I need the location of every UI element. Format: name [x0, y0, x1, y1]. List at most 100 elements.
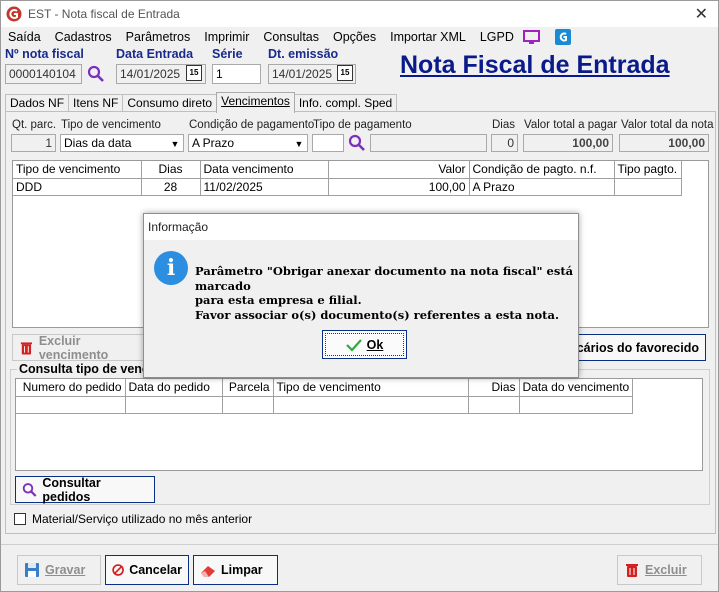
- tipo-pagamento-label: Tipo de pagamento: [313, 119, 412, 131]
- cell-empty[interactable]: [468, 396, 520, 414]
- serie-field[interactable]: 1: [212, 64, 261, 84]
- limpar-button[interactable]: Limpar: [193, 555, 278, 585]
- menu-opcoes[interactable]: Opções: [326, 30, 383, 44]
- tab-consumo-direto[interactable]: Consumo direto: [122, 94, 218, 112]
- search-icon[interactable]: [348, 134, 366, 152]
- ok-button[interactable]: Ok: [322, 330, 407, 359]
- tipo-vencimento-label: Tipo de vencimento: [61, 119, 161, 131]
- consultar-pedidos-label: Consultar pedidos: [42, 475, 101, 504]
- dialog-title: Informação: [144, 214, 578, 240]
- cell-empty[interactable]: [222, 396, 274, 414]
- condicao-pagamento-label: Condição de pagamento: [189, 119, 315, 131]
- col-dias[interactable]: Dias: [468, 379, 520, 397]
- tipo-vencimento-select[interactable]: Dias da data ▼: [60, 134, 184, 152]
- menu-importar-xml[interactable]: Importar XML: [383, 30, 473, 44]
- col-data-vencimento[interactable]: Data do vencimento: [519, 379, 634, 397]
- calendar-icon[interactable]: 15: [337, 65, 353, 81]
- search-icon[interactable]: [87, 65, 105, 83]
- tab-dados-nf[interactable]: Dados NF: [5, 94, 70, 112]
- cancelar-button[interactable]: Cancelar: [105, 555, 189, 585]
- menu-parametros[interactable]: Parâmetros: [119, 30, 198, 44]
- tab-vencimentos[interactable]: Vencimentos: [216, 92, 295, 113]
- valor-total-pagar-field: 100,00: [523, 134, 613, 152]
- cell-data-vencimento[interactable]: 11/02/2025: [200, 178, 329, 196]
- app-logo-icon: [6, 6, 22, 22]
- menu-saida[interactable]: Saída: [1, 30, 48, 44]
- cell-empty[interactable]: [519, 396, 634, 414]
- col-dias[interactable]: Dias: [141, 161, 201, 179]
- col-valor[interactable]: Valor: [328, 161, 470, 179]
- excluir-vencimento-label: Excluir vencimento: [38, 333, 109, 362]
- monitor-icon[interactable]: [522, 29, 541, 45]
- excluir-vencimento-button[interactable]: Excluir vencimento: [12, 333, 152, 362]
- tab-itens-nf[interactable]: Itens NF: [68, 94, 124, 112]
- title-bar: EST - Nota fiscal de Entrada ✕: [1, 1, 718, 27]
- consulta-table: Numero do pedido Data do pedido Parcela …: [16, 379, 634, 414]
- qt-parc-field[interactable]: 1: [11, 134, 56, 152]
- cancelar-label: Cancelar: [129, 563, 182, 577]
- info-icon: i: [154, 251, 188, 285]
- information-dialog: Informação i Parâmetro "Obrigar anexar d…: [143, 213, 579, 378]
- tab-info-compl-sped[interactable]: Info. compl. Sped: [293, 94, 398, 112]
- menu-imprimir[interactable]: Imprimir: [197, 30, 256, 44]
- chevron-down-icon[interactable]: ▼: [168, 136, 182, 151]
- table-row[interactable]: [16, 396, 634, 414]
- page-title: Nota Fiscal de Entrada: [400, 51, 670, 79]
- valor-total-nota-label: Valor total da nota: [621, 119, 714, 131]
- col-data-vencimento[interactable]: Data vencimento: [200, 161, 329, 179]
- gravar-button[interactable]: Gravar: [17, 555, 101, 585]
- excluir-button[interactable]: Excluir: [617, 555, 702, 585]
- col-tipo-pagto[interactable]: Tipo pagto.: [614, 161, 682, 179]
- dados-bancarios-label: ncários do favorecido: [569, 340, 699, 355]
- data-entrada-label: Data Entrada: [116, 47, 194, 61]
- cell-condicao-pagto[interactable]: A Prazo: [469, 178, 615, 196]
- serie-label: Série: [212, 47, 243, 61]
- material-servico-label: Material/Serviço utilizado no mês anteri…: [32, 512, 253, 526]
- chevron-down-icon[interactable]: ▼: [292, 136, 306, 151]
- cancel-icon: [112, 564, 124, 576]
- g-app-icon[interactable]: [554, 29, 571, 45]
- vencimentos-table: Tipo de vencimento Dias Data vencimento …: [13, 161, 682, 196]
- qt-parc-label: Qt. parc.: [12, 119, 57, 131]
- tipo-vencimento-value: Dias da data: [64, 136, 132, 150]
- consulta-pedidos-grid[interactable]: Numero do pedido Data do pedido Parcela …: [15, 378, 703, 471]
- close-icon[interactable]: ✕: [695, 4, 708, 24]
- cell-empty[interactable]: [273, 396, 469, 414]
- menu-lgpd[interactable]: LGPD: [473, 30, 521, 44]
- data-entrada-value: 14/01/2025: [120, 67, 181, 81]
- material-servico-checkbox[interactable]: [14, 513, 26, 525]
- app-window: EST - Nota fiscal de Entrada ✕ Saída Cad…: [0, 0, 719, 592]
- cell-tipo-pagto[interactable]: [614, 178, 682, 196]
- cell-dias[interactable]: 28: [141, 178, 201, 196]
- tipo-pagamento-field[interactable]: [312, 134, 344, 152]
- cell-empty[interactable]: [125, 396, 223, 414]
- tipo-pagamento-description: [370, 134, 487, 152]
- menu-consultas[interactable]: Consultas: [256, 30, 326, 44]
- dias-label: Dias: [492, 119, 516, 131]
- checkmark-icon: [345, 338, 362, 352]
- menu-cadastros[interactable]: Cadastros: [48, 30, 119, 44]
- eraser-icon: [201, 566, 215, 577]
- col-parcela[interactable]: Parcela: [222, 379, 274, 397]
- table-row[interactable]: DDD 28 11/02/2025 100,00 A Prazo: [13, 178, 682, 196]
- condicao-pagamento-select[interactable]: A Prazo ▼: [188, 134, 308, 152]
- col-tipo-vencimento[interactable]: Tipo de vencimento: [13, 161, 142, 179]
- col-tipo-vencimento[interactable]: Tipo de vencimento: [273, 379, 469, 397]
- table-header-row: Numero do pedido Data do pedido Parcela …: [16, 379, 634, 397]
- cell-valor[interactable]: 100,00: [328, 178, 470, 196]
- col-data-pedido[interactable]: Data do pedido: [125, 379, 223, 397]
- ok-label: Ok: [366, 337, 384, 352]
- save-icon: [25, 563, 39, 577]
- dias-field[interactable]: 0: [491, 134, 518, 152]
- search-icon: [22, 482, 37, 497]
- col-condicao-pagto[interactable]: Condição de pagto. n.f.: [469, 161, 615, 179]
- condicao-pagamento-value: A Prazo: [192, 136, 235, 150]
- cell-empty[interactable]: [16, 396, 126, 414]
- dialog-message: Parâmetro "Obrigar anexar documento na n…: [195, 264, 575, 322]
- nota-fiscal-field[interactable]: 0000140104: [5, 64, 82, 84]
- tab-vencimentos-label: Vencimentos: [221, 94, 290, 108]
- calendar-icon[interactable]: 15: [186, 65, 202, 81]
- cell-tipo-vencimento[interactable]: DDD: [13, 178, 142, 196]
- consultar-pedidos-button[interactable]: Consultar pedidos: [15, 475, 155, 504]
- col-numero-pedido[interactable]: Numero do pedido: [16, 379, 126, 397]
